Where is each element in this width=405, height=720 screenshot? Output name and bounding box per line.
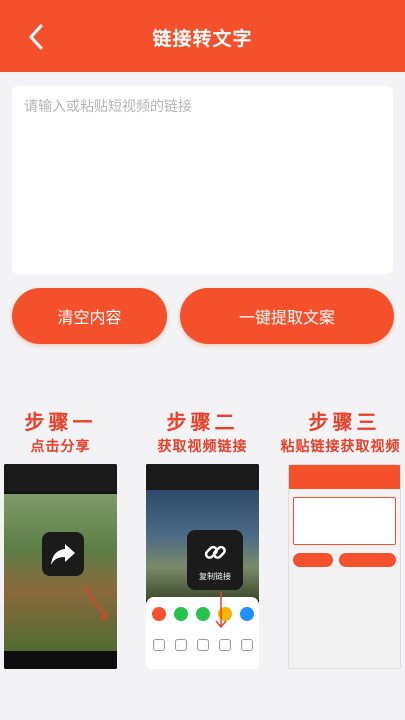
step-3-subtitle: 粘贴链接获取视频 bbox=[280, 439, 401, 455]
share-target-icon bbox=[174, 607, 188, 621]
button-preview bbox=[293, 553, 333, 567]
share-target-icon bbox=[152, 607, 166, 621]
copy-link-tile: 复制链接 bbox=[187, 530, 243, 590]
video-app-bottombar bbox=[4, 651, 117, 669]
share-sheet bbox=[146, 597, 259, 669]
extract-button[interactable]: 一键提取文案 bbox=[180, 288, 394, 344]
clear-button[interactable]: 清空内容 bbox=[12, 288, 167, 344]
video-app-topbar bbox=[4, 464, 117, 492]
link-icon bbox=[204, 545, 226, 559]
link-input[interactable] bbox=[12, 86, 393, 274]
step-3-title: 步骤三 bbox=[308, 410, 381, 434]
share-icon bbox=[42, 532, 84, 576]
share-action-icon bbox=[197, 639, 209, 651]
step-1-screenshot bbox=[4, 464, 117, 669]
arrow-icon bbox=[215, 592, 227, 629]
link-input-card bbox=[12, 86, 393, 274]
share-action-icon bbox=[241, 639, 253, 651]
share-action-icon bbox=[175, 639, 187, 651]
step-2-screenshot: 复制链接 bbox=[146, 464, 259, 669]
step-1-title: 步骤一 bbox=[24, 410, 97, 434]
step-2-subtitle: 获取视频链接 bbox=[157, 439, 248, 455]
button-preview bbox=[339, 553, 396, 567]
step-2-title: 步骤二 bbox=[166, 410, 239, 434]
video-app-topbar bbox=[146, 464, 259, 492]
share-action-icon bbox=[219, 639, 231, 651]
share-target-icon bbox=[240, 607, 254, 621]
arrow-icon bbox=[83, 585, 107, 619]
copy-link-label: 复制链接 bbox=[199, 572, 231, 581]
share-target-icon bbox=[196, 607, 210, 621]
page-title: 链接转文字 bbox=[152, 28, 253, 50]
step-3-screenshot bbox=[288, 464, 401, 669]
share-action-icon bbox=[153, 639, 165, 651]
step-1-subtitle: 点击分享 bbox=[30, 439, 91, 455]
app-header-preview bbox=[289, 465, 400, 489]
input-preview bbox=[293, 497, 396, 545]
app-header: 链接转文字 bbox=[0, 0, 405, 72]
